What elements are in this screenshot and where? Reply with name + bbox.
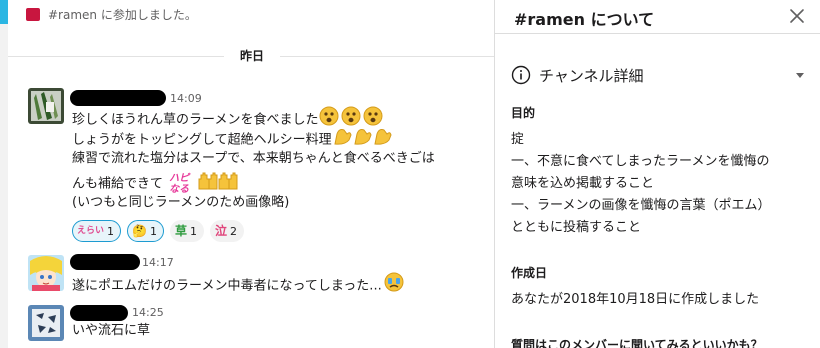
avatar[interactable] bbox=[28, 305, 64, 341]
message-line: (いつもと同じラーメンのため画像略) bbox=[72, 195, 290, 210]
purpose-line: 掟 bbox=[511, 132, 525, 147]
join-notice: #ramen に参加しました。 bbox=[26, 4, 197, 24]
reaction-erai-label: えらい bbox=[77, 226, 105, 236]
message-pane: #ramen に参加しました。 昨日 14:09 珍しくほうれん草のラーメンを食… bbox=[0, 0, 494, 348]
title-suffix: について bbox=[590, 10, 655, 29]
section-channel-details[interactable]: チャンネル詳細 bbox=[511, 64, 811, 86]
reaction-count: 2 bbox=[230, 224, 237, 238]
details-title: #ramen について bbox=[514, 6, 654, 30]
details-header: #ramen について bbox=[495, 0, 820, 34]
message-text: んも補給できて bbox=[72, 176, 164, 192]
created-label: 作成日 bbox=[511, 266, 548, 280]
reaction-naku[interactable]: 泣 2 bbox=[209, 220, 244, 242]
day-divider-label[interactable]: 昨日 bbox=[224, 46, 280, 66]
purpose-line: 一、ラーメンの画像を懺悔の言葉（ポエム） bbox=[511, 198, 771, 213]
timestamp[interactable]: 14:17 bbox=[142, 256, 174, 269]
info-icon bbox=[511, 65, 531, 85]
accent-bar bbox=[0, 0, 8, 24]
avatar-image bbox=[28, 255, 64, 291]
message-line: しょうがをトッピングして超絶ヘルシー料理 bbox=[72, 128, 393, 152]
reaction-kusa-label: 草 bbox=[174, 224, 187, 238]
avatar-image bbox=[28, 305, 64, 341]
message-text: 遂にポエムだけのラーメン中毒者になってしまった... bbox=[72, 278, 382, 294]
message-text: 珍しくほうれん草のラーメンを食べました bbox=[72, 112, 319, 128]
message-line: んも補給できて ハピなる bbox=[72, 172, 240, 196]
reaction-count: 1 bbox=[107, 224, 115, 238]
avatar[interactable] bbox=[28, 88, 64, 124]
message-line: いや流石に草 bbox=[72, 323, 151, 338]
message-line: 遂にポエムだけのラーメン中毒者になってしまった... bbox=[72, 272, 405, 298]
channel-details-pane: #ramen について チャンネル詳細 目的 掟 一、不意に食べてしまったラーメ… bbox=[494, 0, 820, 348]
timestamp[interactable]: 14:25 bbox=[132, 306, 164, 319]
reaction-erai[interactable]: えらい 1 bbox=[72, 220, 122, 242]
reactions-bar: えらい 1 🤔 1 草 1 泣 2 bbox=[72, 220, 244, 242]
message-line: 練習で流れた塩分はスープで、本来朝ちゃんと食べるべきごは bbox=[72, 151, 435, 166]
left-edge bbox=[0, 0, 8, 348]
reaction-kusa[interactable]: 草 1 bbox=[169, 220, 204, 242]
channel-color-icon bbox=[26, 7, 40, 21]
purpose-line: 意味を込め掲載すること bbox=[511, 176, 655, 191]
reaction-thinking[interactable]: 🤔 1 bbox=[127, 220, 164, 242]
thinking-emoji-icon: 🤔 bbox=[132, 224, 147, 238]
redacted-username bbox=[70, 305, 128, 321]
custom-sticker: ハピなる bbox=[169, 173, 190, 195]
redacted-username bbox=[70, 90, 166, 106]
reaction-count: 1 bbox=[189, 224, 197, 238]
raised-hands-emoji-icon bbox=[196, 170, 240, 196]
channel-name: ramen bbox=[527, 10, 586, 29]
message-text: しょうがをトッピングして超絶ヘルシー料理 bbox=[72, 132, 332, 148]
close-icon bbox=[790, 9, 804, 23]
purpose-line: とともに投稿すること bbox=[511, 220, 642, 235]
reaction-count: 1 bbox=[149, 224, 157, 238]
reaction-naku-label: 泣 bbox=[214, 224, 227, 238]
flex-emoji-icon bbox=[333, 126, 393, 152]
section-title: チャンネル詳細 bbox=[539, 66, 644, 85]
caret-down-icon bbox=[796, 73, 804, 78]
crying-emoji-icon bbox=[383, 272, 405, 298]
question-text: 質問はこのメンバーに聞いてみるといいかも？ bbox=[511, 338, 763, 348]
purpose-label: 目的 bbox=[511, 106, 536, 120]
created-text: あなたが2018年10月18日に作成しました bbox=[511, 292, 760, 307]
timestamp[interactable]: 14:09 bbox=[170, 92, 202, 105]
avatar-image bbox=[28, 88, 64, 124]
purpose-line: 一、不意に食べてしまったラーメンを懺悔の bbox=[511, 154, 770, 169]
avatar[interactable] bbox=[28, 255, 64, 291]
channel-hash: # bbox=[514, 10, 528, 29]
redacted-username bbox=[70, 254, 140, 270]
join-notice-text: #ramen に参加しました。 bbox=[48, 7, 197, 22]
close-button[interactable] bbox=[787, 6, 807, 26]
